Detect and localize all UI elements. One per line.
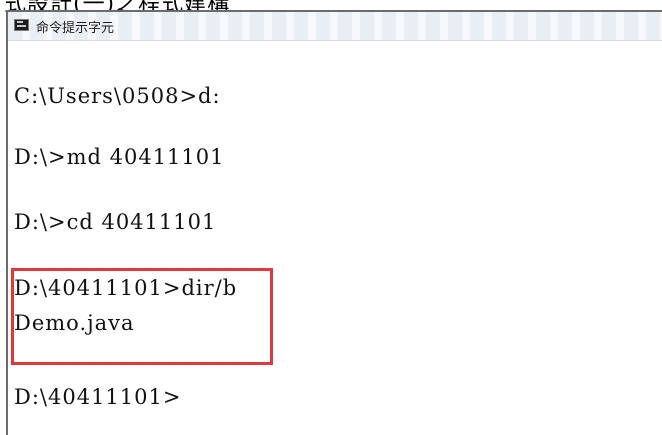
console-line: D:\40411101> bbox=[14, 385, 182, 409]
title-bar[interactable]: 命令提示字元 bbox=[8, 12, 662, 41]
console-line: C:\Users\0508>d: bbox=[14, 84, 221, 108]
console-line: D:\>md 40411101 bbox=[14, 145, 225, 169]
screenshot-stage: 式設計(一)之程式建構 命令提示字元 C:\Users\0508>d: D:\>… bbox=[0, 0, 662, 435]
window-title: 命令提示字元 bbox=[36, 21, 115, 36]
cmd-icon bbox=[14, 19, 29, 31]
command-prompt-window[interactable]: 命令提示字元 C:\Users\0508>d: D:\>md 40411101 … bbox=[6, 10, 662, 435]
console-output[interactable]: C:\Users\0508>d: D:\>md 40411101 D:\>cd … bbox=[8, 40, 662, 435]
highlight-box bbox=[11, 268, 273, 365]
console-line: D:\>cd 40411101 bbox=[14, 210, 217, 234]
